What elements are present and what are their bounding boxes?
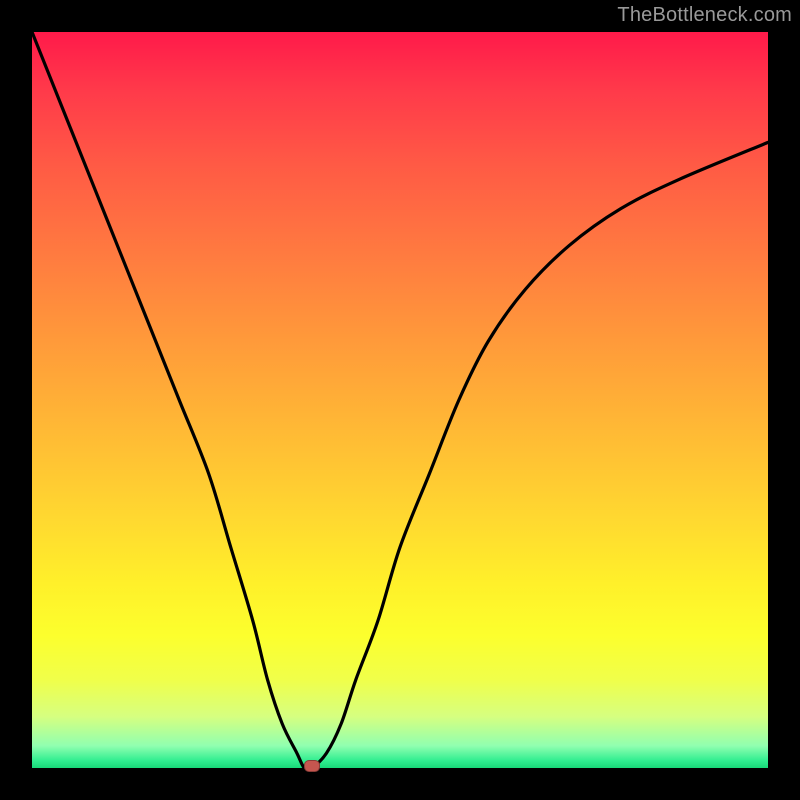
watermark-text: TheBottleneck.com [617,4,792,27]
bottleneck-curve [32,32,768,768]
curve-svg [32,32,768,768]
chart-frame: TheBottleneck.com [0,0,800,800]
plot-area [32,32,768,768]
optimal-point-marker [304,760,320,772]
